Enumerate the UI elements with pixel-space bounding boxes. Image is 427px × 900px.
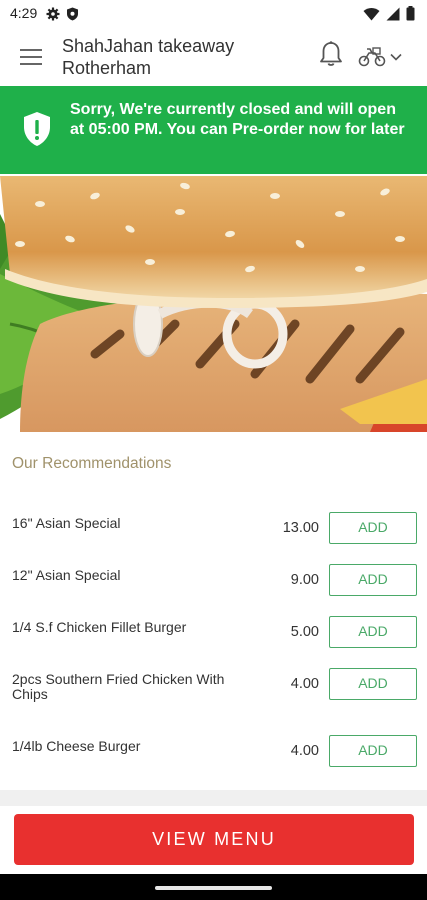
item-name: 12" Asian Special [12, 567, 121, 583]
item-name: 1/4 S.f Chicken Fillet Burger [12, 619, 187, 635]
wifi-icon [363, 7, 380, 20]
notification-button[interactable] [318, 40, 346, 70]
add-button[interactable]: ADD [329, 735, 417, 767]
bell-icon [320, 41, 342, 66]
add-button[interactable]: ADD [329, 668, 417, 700]
delivery-mode-selector[interactable] [358, 42, 414, 72]
item-price: 9.00 [290, 572, 319, 588]
signal-icon [386, 7, 400, 20]
view-menu-button[interactable]: VIEW MENU [14, 814, 414, 865]
item-price: 13.00 [282, 520, 319, 536]
status-right-icons [363, 6, 415, 21]
list-item: 12" Asian Special 9.00 ADD [0, 564, 427, 612]
item-name: 1/4lb Cheese Burger [12, 738, 141, 754]
status-left-icons [46, 7, 79, 21]
item-price: 4.00 [290, 743, 319, 759]
settings-icon [46, 7, 60, 21]
add-button[interactable]: ADD [329, 512, 417, 544]
list-item: 16" Asian Special 13.00 ADD [0, 512, 427, 560]
item-price: 5.00 [290, 624, 319, 640]
closed-banner: Sorry, We're currently closed and will o… [0, 86, 427, 174]
chevron-down-icon [390, 53, 402, 61]
list-item: 1/4lb Cheese Burger 4.00 ADD [0, 735, 427, 783]
item-name: 16" Asian Special [12, 515, 121, 531]
menu-button[interactable] [18, 44, 44, 68]
burger-illustration [0, 174, 427, 432]
item-price: 4.00 [290, 676, 319, 692]
shield-icon [67, 7, 78, 21]
status-time: 4:29 [10, 5, 38, 21]
app-header: ShahJahan takeaway Rotherham [0, 28, 427, 86]
recommendations-heading: Our Recommendations [12, 455, 172, 472]
battery-icon [406, 6, 415, 21]
hero-image [0, 174, 427, 432]
section-divider [0, 790, 427, 806]
delivery-bike-icon [358, 47, 386, 67]
closed-message: Sorry, We're currently closed and will o… [70, 101, 405, 138]
item-name: 2pcs Southern Fried Chicken With Chips [12, 671, 225, 702]
list-item: 1/4 S.f Chicken Fillet Burger 5.00 ADD [0, 616, 427, 664]
add-button[interactable]: ADD [329, 564, 417, 596]
bottom-action-area: VIEW MENU [0, 806, 427, 874]
home-gesture-handle[interactable] [155, 886, 272, 890]
status-bar: 4:29 [0, 0, 427, 28]
add-button[interactable]: ADD [329, 616, 417, 648]
shield-exclamation-icon [24, 112, 50, 146]
list-item: 2pcs Southern Fried Chicken With Chips 4… [0, 668, 427, 716]
restaurant-title: ShahJahan takeaway Rotherham [62, 36, 235, 78]
system-nav-bar [0, 874, 427, 900]
